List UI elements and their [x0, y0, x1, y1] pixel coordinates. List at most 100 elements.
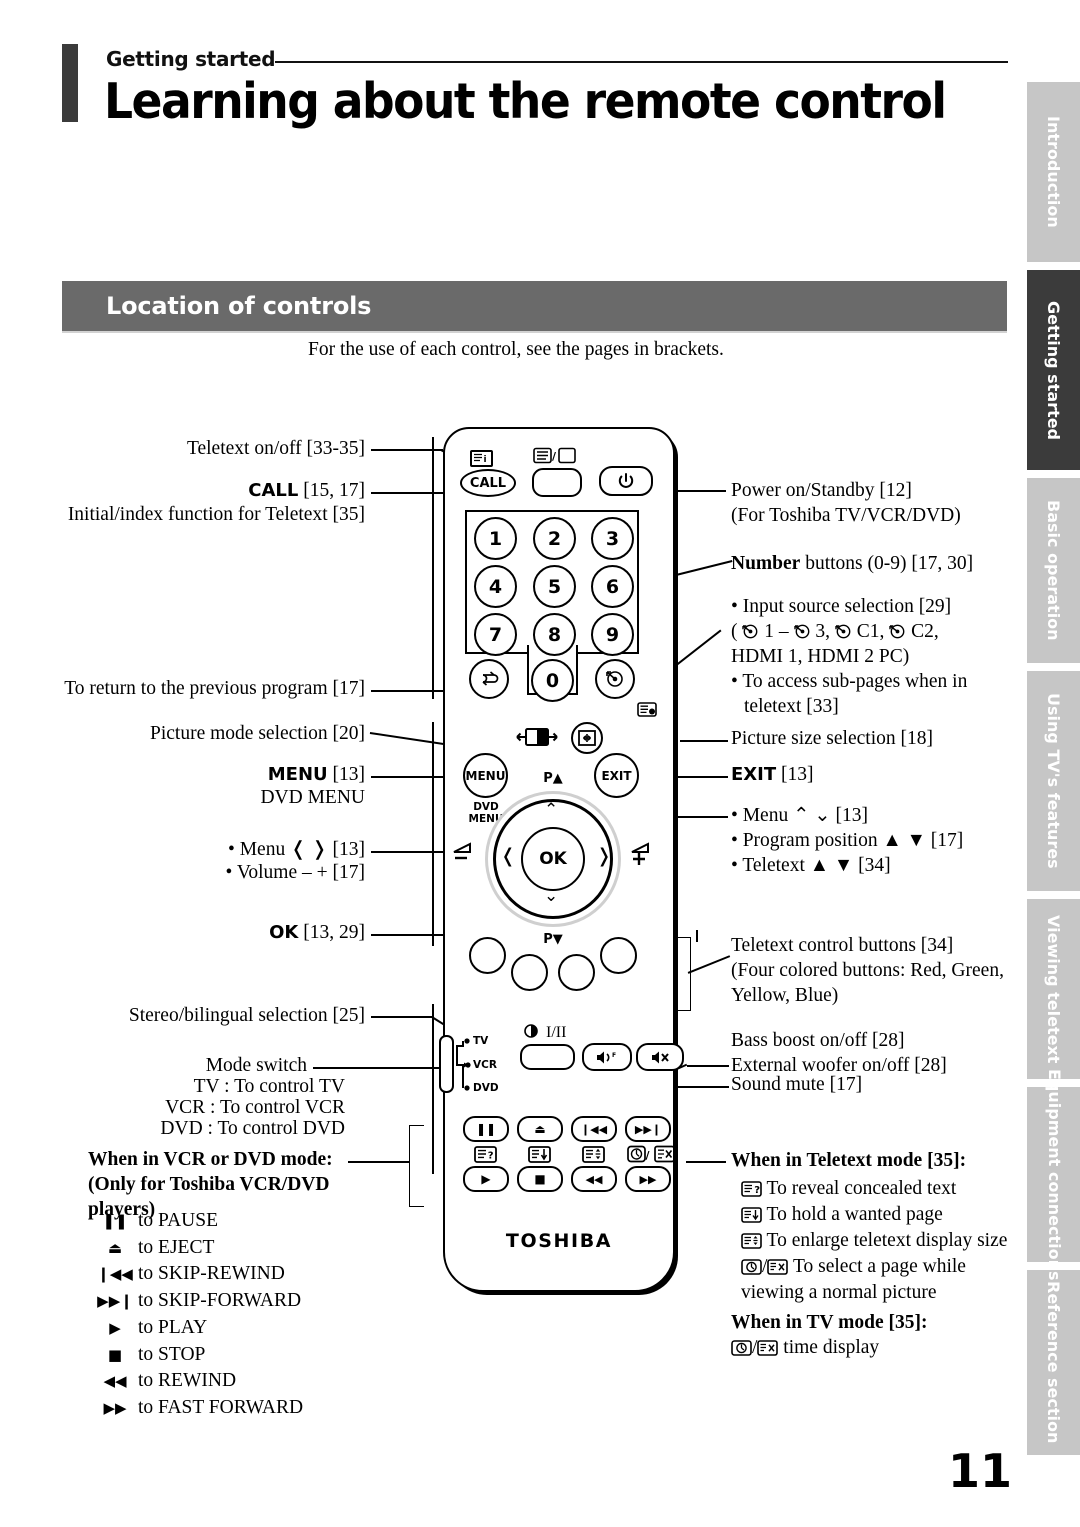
skip-rewind-icon: ❙◀◀ — [580, 1122, 608, 1136]
teletext-blue-button[interactable] — [600, 937, 637, 974]
page-number: 11 — [948, 1444, 1013, 1498]
dpad-up-icon[interactable]: ⌃ — [544, 800, 558, 820]
number-button-2[interactable]: 2 — [533, 517, 576, 560]
teletext-green-button[interactable] — [511, 954, 548, 991]
sidebar-tab-getting-started[interactable]: Getting started — [1027, 270, 1080, 470]
fast-forward-button[interactable]: ▶▶ — [625, 1166, 671, 1192]
callout-number-bold: Number — [731, 553, 801, 574]
leader-stem-left-mid — [432, 722, 434, 946]
number-button-6[interactable]: 6 — [591, 565, 634, 608]
previous-program-button[interactable] — [469, 659, 509, 699]
teletext-onoff-icon: / — [533, 447, 576, 464]
callout-input-line4: • To access sub-pages when in — [731, 670, 968, 692]
rewind-button[interactable]: ◀◀ — [571, 1166, 617, 1192]
leader-exit — [668, 776, 728, 778]
skip-rewind-button[interactable]: ❙◀◀ — [571, 1116, 617, 1142]
svg-text:?: ? — [754, 1185, 760, 1196]
pause-icon: ❚❚ — [102, 1212, 128, 1230]
number-label: 1 — [488, 527, 503, 550]
sidebar-tab-introduction[interactable]: Introduction — [1027, 82, 1080, 262]
callout-mode-dvd: DVD : To control DVD — [160, 1118, 345, 1139]
number-button-0[interactable]: 0 — [531, 659, 574, 702]
number-button-3[interactable]: 3 — [591, 517, 634, 560]
number-button-5[interactable]: 5 — [533, 565, 576, 608]
teletext-yellow-button[interactable] — [558, 954, 595, 991]
stereo-bilingual-button[interactable] — [520, 1044, 575, 1070]
manual-page: Getting started Learning about the remot… — [0, 0, 1080, 1527]
sidebar-tab-basic-operation[interactable]: Basic operation — [1027, 478, 1080, 663]
call-button-label: CALL — [469, 475, 507, 491]
rewind-icon: ◀◀ — [585, 1172, 603, 1186]
teletext-red-button[interactable] — [469, 937, 506, 974]
volume-up-glyph — [631, 842, 649, 865]
svg-text:i: i — [484, 455, 487, 465]
eject-button[interactable]: ⏏ — [517, 1116, 563, 1142]
number-label: 3 — [605, 527, 620, 550]
teletext-mode-item: To hold a wanted page — [731, 1202, 1007, 1228]
callout-exit-pages: [13] — [776, 764, 814, 785]
stop-button[interactable]: ■ — [517, 1166, 563, 1192]
callout-input-line5: teletext [33] — [744, 695, 839, 717]
skip-forward-icon: ▶▶❙ — [97, 1292, 133, 1311]
pause-button[interactable]: ❚❚ — [463, 1116, 509, 1142]
volume-up-icon — [629, 842, 657, 873]
call-button[interactable]: CALL — [460, 469, 516, 497]
skip-forward-button[interactable]: ▶▶❙ — [625, 1116, 671, 1142]
volume-down-icon — [451, 842, 477, 871]
reveal-icon: ? — [474, 1146, 497, 1168]
picture-size-button[interactable] — [571, 722, 603, 754]
leader-stem-right — [696, 930, 698, 942]
callout-power-line1: Power on/Standby [12] — [731, 480, 912, 501]
vcr-function-item: ❚❚ to PAUSE — [92, 1208, 303, 1235]
tv-mode-heading: When in TV mode [35]: — [731, 1311, 928, 1333]
exit-button[interactable]: EXIT — [594, 753, 639, 798]
sidebar-tab-reference-section[interactable]: Reference section — [1027, 1270, 1080, 1455]
number-button-1[interactable]: 1 — [474, 517, 517, 560]
callout-call: CALL [15, 17] — [0, 479, 365, 504]
teletext-onoff-button[interactable] — [532, 468, 582, 497]
vcr-function-item: ▶ to PLAY — [92, 1315, 303, 1342]
menu-button[interactable]: MENU — [463, 753, 508, 798]
volume-down-glyph — [453, 842, 471, 860]
bass-boost-button[interactable]: F — [582, 1043, 632, 1071]
sidebar-tab-viewing-teletext[interactable]: Viewing teletext — [1027, 899, 1080, 1079]
number-label: 4 — [488, 575, 503, 598]
ok-button[interactable]: OK — [521, 827, 585, 891]
teletext-mode-label: To reveal concealed text — [766, 1177, 957, 1199]
callout-teletext-updown: • Teletext ▲ ▼ [34] — [731, 854, 891, 876]
callout-ok: OK [13, 29] — [0, 921, 365, 946]
input-source-button[interactable] — [595, 659, 635, 699]
callout-stereo-bilingual: Stereo/bilingual selection [25] — [128, 1005, 365, 1026]
number-button-8[interactable]: 8 — [533, 613, 576, 656]
page-title: Learning about the remote control — [104, 73, 947, 130]
sidebar-tab-using-tvs-features[interactable]: Using TV's features — [1027, 671, 1080, 891]
dpad-left-icon[interactable]: ❬ — [500, 845, 516, 867]
leader-stem-left-lower — [432, 1004, 434, 1174]
teletext-select-line1: To select a page while — [792, 1255, 966, 1277]
number-button-7[interactable]: 7 — [474, 613, 517, 656]
input-source-icon — [889, 624, 905, 639]
callout-menu-bold: MENU — [267, 764, 328, 785]
number-button-9[interactable]: 9 — [591, 613, 634, 656]
dpad-down-icon[interactable]: ⌄ — [544, 886, 558, 906]
number-button-4[interactable]: 4 — [474, 565, 517, 608]
callout-input-line2: ( 1 – 3, C1, C2, — [731, 620, 967, 645]
stereo-label-text: I/II — [546, 1024, 567, 1041]
power-button[interactable] — [599, 466, 653, 496]
sound-mute-button[interactable] — [636, 1043, 684, 1071]
time-display-icon — [731, 1340, 752, 1357]
dpad-right-icon[interactable]: ❭ — [596, 845, 612, 867]
teletext-mode-block: When in Teletext mode [35]: ? To reveal … — [731, 1148, 1007, 1361]
picture-mode-button[interactable] — [515, 724, 559, 755]
teletext-mode-select: / To select a page while viewing a norma… — [731, 1254, 1007, 1306]
sidebar-tab-equipment-connections[interactable]: Equipment connections — [1027, 1069, 1080, 1280]
sidebar-tab-label: Introduction — [1044, 116, 1063, 228]
teletext-mode-heading: When in Teletext mode [35]: — [731, 1150, 967, 1171]
time-display-icon — [741, 1258, 762, 1275]
vcr-function-label: to SKIP-REWIND — [138, 1263, 285, 1285]
mode-switch-rail[interactable] — [439, 1035, 454, 1093]
sidebar-tabs: Introduction Getting started Basic opera… — [1027, 82, 1080, 1463]
play-button[interactable]: ▶ — [463, 1166, 509, 1192]
callout-program-position: • Program position ▲ ▼ [17] — [731, 829, 964, 851]
previous-program-icon — [482, 671, 499, 686]
